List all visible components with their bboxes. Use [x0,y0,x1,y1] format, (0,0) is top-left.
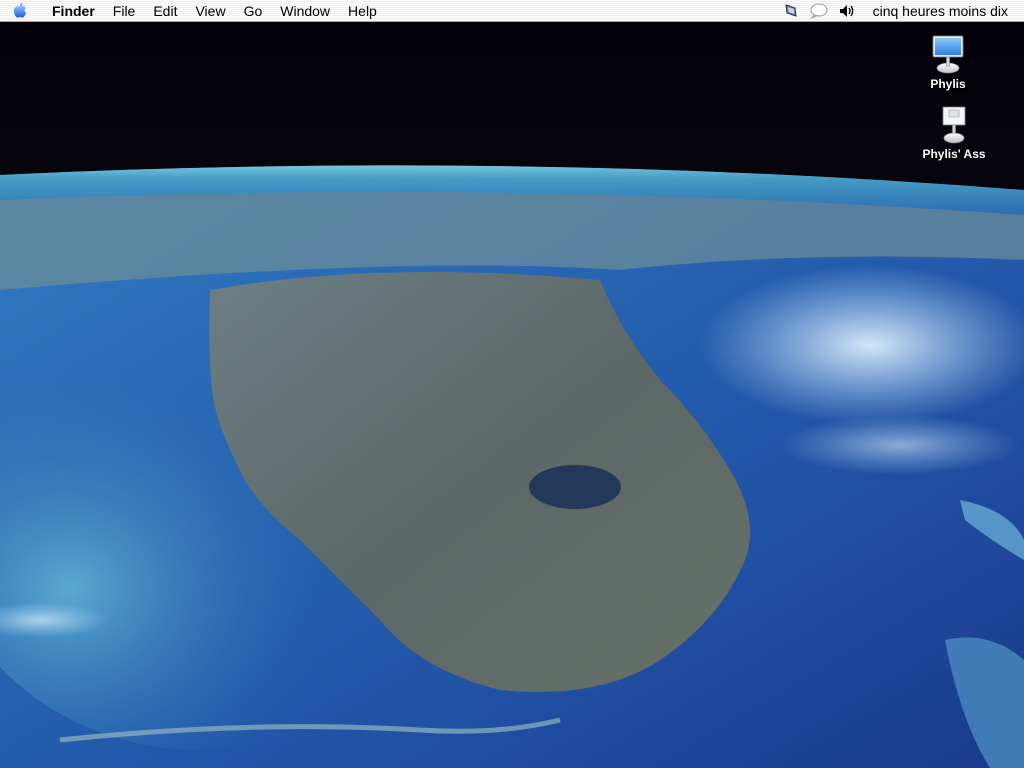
desktop-icon-phylis[interactable]: Phylis [900,34,996,91]
network-volume-icon [942,106,966,144]
menu-clock[interactable]: cinq heures moins dix [861,3,1024,19]
menu-bar: Finder File Edit View Go Window Help cin… [0,0,1024,22]
desktop-icon-label: Phylis [930,77,966,91]
menu-file[interactable]: File [104,0,145,22]
imac-icon [932,35,964,74]
menu-edit[interactable]: Edit [144,0,186,22]
apple-menu[interactable] [0,0,40,22]
volume-icon [839,4,854,17]
menu-window[interactable]: Window [271,0,339,22]
ichat-status-icon [810,3,828,19]
apple-logo-icon [13,2,27,18]
desktop-wallpaper [0,0,1024,768]
desktop: Finder File Edit View Go Window Help cin… [0,0,1024,768]
eject-menu[interactable] [780,0,802,22]
ichat-status-menu[interactable] [808,0,830,22]
desktop-icon-label: Phylis' Ass [922,147,986,161]
menu-finder[interactable]: Finder [40,0,104,22]
menu-go[interactable]: Go [235,0,272,22]
menu-view[interactable]: View [186,0,234,22]
volume-menu[interactable] [836,0,858,22]
menu-extras: cinq heures moins dix [777,0,1024,22]
desktop-icon-phylis-ass[interactable]: Phylis' Ass [906,104,1002,161]
menu-help[interactable]: Help [339,0,386,22]
eject-icon [784,3,797,17]
